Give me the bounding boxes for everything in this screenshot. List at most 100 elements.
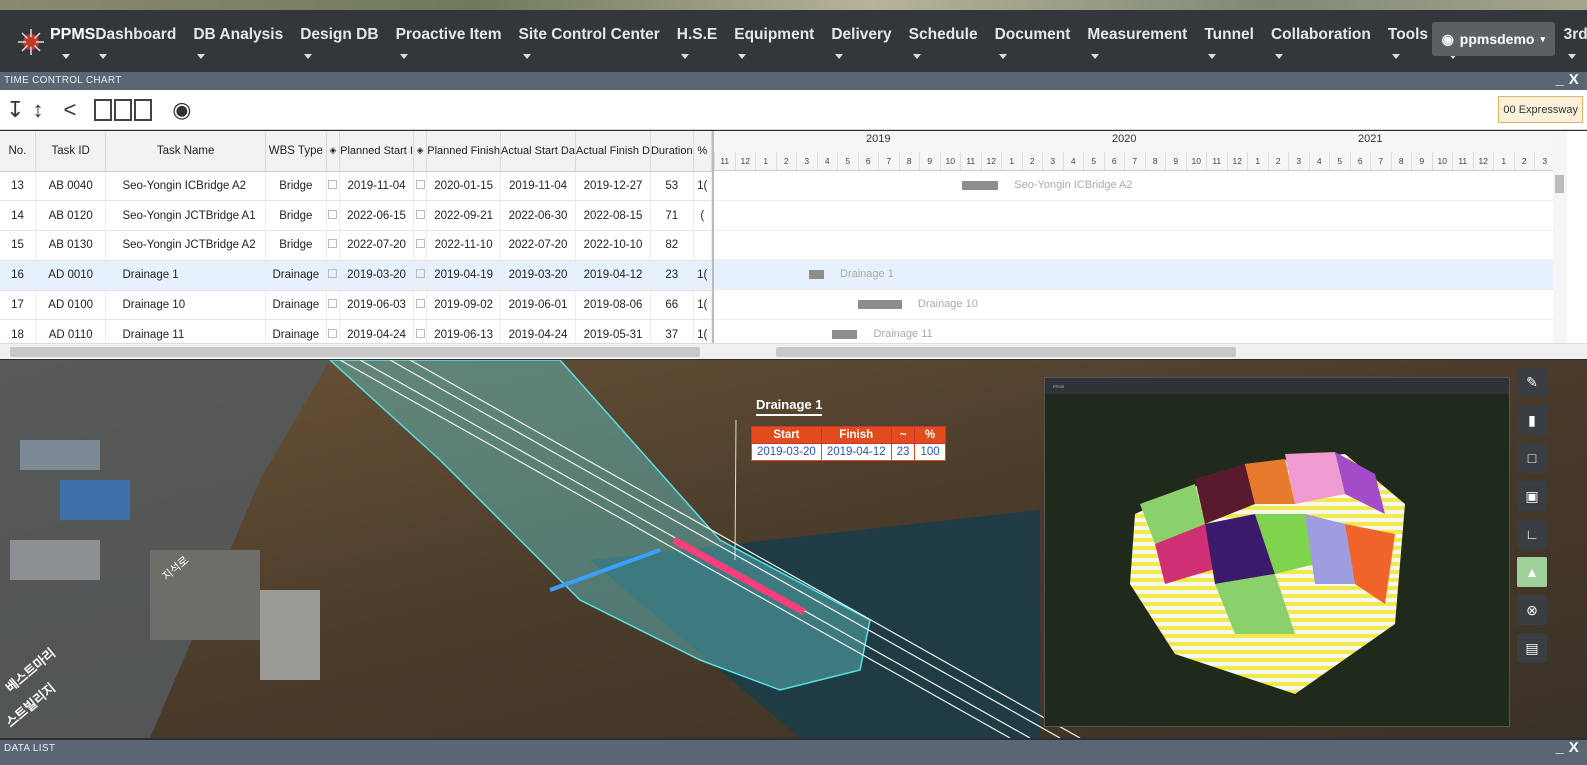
cell-ps: 2022-06-15 <box>339 200 414 232</box>
layout-columns-icon[interactable] <box>94 98 153 121</box>
cell-af: 2019-08-06 <box>575 290 651 321</box>
month-label: 7 <box>1370 152 1391 170</box>
col-expand-icon[interactable]: ◈ <box>326 131 341 172</box>
table-row[interactable]: 14 AB 0120 Seo-Yongin JCTBridge A1 Bridge 20… <box>0 200 712 232</box>
col-planned-start[interactable]: Planned Start I <box>339 131 414 172</box>
col-expand-icon[interactable]: ◈ <box>413 131 428 172</box>
collapse-rows-icon[interactable]: ↕ <box>32 98 43 121</box>
row-checkbox[interactable] <box>415 269 425 279</box>
share-icon[interactable]: < <box>63 98 76 121</box>
cell-id: AB 0120 <box>35 200 107 232</box>
cell-as: 2019-03-20 <box>500 260 576 291</box>
row-checkbox[interactable] <box>415 209 425 219</box>
gantt-row <box>714 201 1553 231</box>
grid-scroll-thumb[interactable] <box>10 347 700 357</box>
brand-title[interactable]: PPMS <box>50 10 95 44</box>
row-checkbox[interactable] <box>415 239 425 249</box>
month-label: 9 <box>919 152 940 170</box>
checkbox-cell <box>413 290 428 321</box>
area-icon[interactable]: □ <box>1517 443 1547 473</box>
col-planned-finish[interactable]: Planned Finish <box>426 131 502 172</box>
nav-item-proactive-item[interactable]: Proactive Item <box>396 10 502 59</box>
cell-wbs: Bridge <box>265 200 327 232</box>
cell-as: 2022-07-20 <box>500 230 576 261</box>
table-row[interactable]: 16 AD 0010 Drainage 1 Drainage 2019-03-20 201… <box>0 260 712 291</box>
col-duration[interactable]: Duration <box>650 131 694 172</box>
row-checkbox[interactable] <box>328 299 338 309</box>
nav-item-site-control-center[interactable]: Site Control Center <box>519 10 660 59</box>
table-row[interactable]: 18 AD 0110 Drainage 11 Drainage 2019-04-24 20… <box>0 319 712 343</box>
nav-item-schedule[interactable]: Schedule <box>909 10 978 59</box>
gantt-bar[interactable] <box>962 181 999 190</box>
nav-item-design-db[interactable]: Design DB <box>300 10 379 59</box>
gantt-scroll-thumb[interactable] <box>776 347 1236 357</box>
panel-title: Time Control Chart <box>4 75 122 86</box>
nav-item-3rd-party[interactable]: 3rd Party <box>1564 10 1587 59</box>
row-checkbox[interactable] <box>415 328 425 338</box>
window-controls[interactable]: _ X <box>1556 71 1579 88</box>
col-wbs-type[interactable]: WBS Type <box>265 131 327 172</box>
cell-pf: 2019-06-13 <box>426 319 502 343</box>
col-no[interactable]: No. <box>0 131 36 172</box>
row-checkbox[interactable] <box>328 179 338 189</box>
clear-icon[interactable]: ⊗ <box>1517 595 1547 625</box>
profile-chart-icon[interactable]: ▤ <box>1517 633 1547 663</box>
popup-header-duration: ~ <box>890 426 916 444</box>
row-checkbox[interactable] <box>415 179 425 189</box>
cell-no: 16 <box>0 260 36 291</box>
logo-icon[interactable] <box>16 22 46 62</box>
month-label: 4 <box>1062 152 1084 170</box>
checkbox-cell <box>326 200 341 232</box>
3d-inset-view[interactable]: PPMS <box>1044 377 1510 727</box>
nav-item-delivery[interactable]: Delivery <box>831 10 892 59</box>
nav-item-tunnel[interactable]: Tunnel <box>1204 10 1254 59</box>
gantt-bar-label: Drainage 1 <box>840 268 894 281</box>
cell-as: 2019-06-01 <box>500 290 576 321</box>
vertical-scrollbar[interactable] <box>1553 131 1567 343</box>
gantt-bar[interactable] <box>808 270 824 280</box>
row-checkbox[interactable] <box>328 239 338 249</box>
row-checkbox[interactable] <box>328 269 338 279</box>
popup-start-value: 2019-03-20 <box>751 443 822 461</box>
table-row[interactable]: 17 AD 0100 Drainage 10 Drainage 2019-06-03 20… <box>0 290 712 321</box>
project-selector[interactable]: 00 Expressway <box>1498 96 1583 123</box>
month-label: 1 <box>1001 152 1022 170</box>
col-actual-start[interactable]: Actual Start Da <box>500 131 576 172</box>
cell-ps: 2019-03-20 <box>339 260 414 291</box>
row-checkbox[interactable] <box>415 299 425 309</box>
user-menu-button[interactable]: ◉ ppmsdemo ▾ <box>1431 22 1555 56</box>
cube-icon[interactable]: ▣ <box>1517 481 1547 511</box>
nav-item-dashboard[interactable]: Dashboard <box>95 10 176 59</box>
ruler-icon[interactable]: ✎ <box>1517 367 1547 397</box>
measure-height-icon[interactable]: ▮ <box>1517 405 1547 435</box>
month-row: 11 12 1 2 3 4 5 6 7 8 9 10 11 12 1 2 3 4 5 6 7 8 9 10 11 12 1 2 3 4 5 6… <box>714 152 1553 170</box>
gantt-bar[interactable] <box>832 330 858 339</box>
nav-item-equipment[interactable]: Equipment <box>734 10 814 59</box>
horizontal-scrollbar[interactable] <box>0 343 1587 359</box>
nav-item-measurement[interactable]: Measurement <box>1087 10 1187 59</box>
nav-item-document[interactable]: Document <box>995 10 1070 59</box>
nav-item-db-analysis[interactable]: DB Analysis <box>193 10 283 59</box>
month-label: 7 <box>878 152 899 170</box>
table-row[interactable]: 13 AB 0040 Seo-Yongin ICBridge A2 Bridge 201… <box>0 171 712 202</box>
nav-item-tools[interactable]: Tools <box>1388 10 1428 59</box>
cell-dur: 66 <box>650 290 694 321</box>
nav-item-collaboration[interactable]: Collaboration <box>1271 10 1371 59</box>
col-task-id[interactable]: Task ID <box>35 131 107 172</box>
chevron-down-icon <box>738 54 747 59</box>
table-row[interactable]: 15 AB 0130 Seo-Yongin JCTBridge A2 Bridge 20… <box>0 230 712 261</box>
gantt-bar[interactable] <box>857 300 902 310</box>
expand-rows-icon[interactable]: ↧ <box>6 98 24 121</box>
palette-icon[interactable]: ◉ <box>172 98 191 121</box>
col-actual-finish[interactable]: Actual Finish D <box>575 131 651 172</box>
col-task-name[interactable]: Task Name <box>105 131 266 172</box>
col-percent[interactable]: % <box>693 131 712 172</box>
angle-icon[interactable]: ∟ <box>1517 519 1547 549</box>
terrain-icon[interactable]: ▲ <box>1517 557 1547 587</box>
row-checkbox[interactable] <box>328 209 338 219</box>
cell-pf: 2019-09-02 <box>426 290 502 321</box>
chevron-down-icon <box>1091 54 1100 59</box>
row-checkbox[interactable] <box>328 328 338 338</box>
window-controls[interactable]: _ X <box>1556 739 1579 756</box>
nav-item-h-s-e[interactable]: H.S.E <box>677 10 717 59</box>
